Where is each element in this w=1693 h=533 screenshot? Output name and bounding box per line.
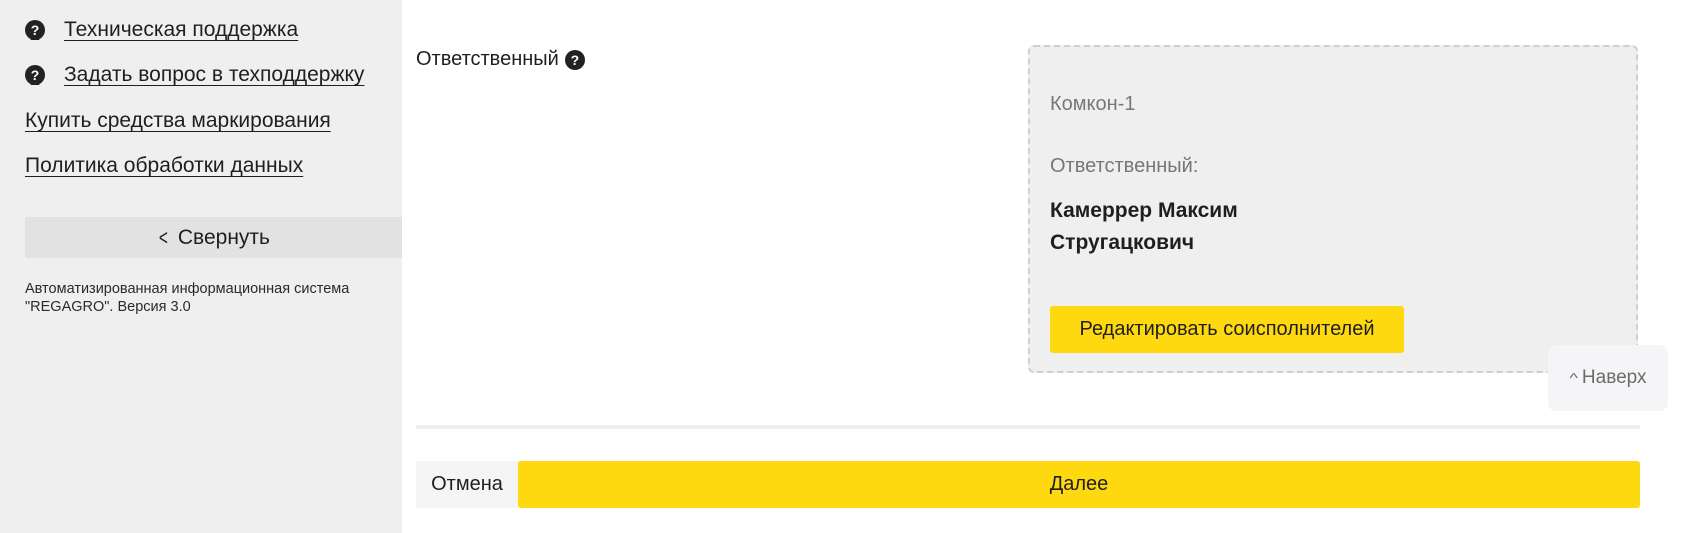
- chevron-up-icon: ^: [1569, 370, 1578, 385]
- sidebar-link-label: Политика обработки данных: [25, 154, 304, 177]
- scroll-to-top-button[interactable]: ^ Наверх: [1548, 345, 1668, 411]
- form-footer: Отмена Далее: [416, 461, 1640, 508]
- field-label-text: Ответственный: [416, 48, 559, 70]
- organization-name: Комкон-1: [1050, 93, 1136, 115]
- responsible-card: Комкон-1 Ответственный: Камеррер Максим …: [1028, 45, 1638, 373]
- next-button[interactable]: Далее: [518, 461, 1640, 508]
- sidebar-link-label: Техническая поддержка: [64, 18, 299, 41]
- edit-coexecutors-button[interactable]: Редактировать соисполнителей: [1050, 306, 1404, 353]
- scroll-to-top-label: Наверх: [1581, 367, 1647, 388]
- sidebar-link-buy-marking[interactable]: Купить средства маркирования: [25, 106, 331, 136]
- chevron-left-icon: <: [158, 224, 168, 250]
- sidebar-link-label: Купить средства маркирования: [25, 109, 331, 132]
- responsible-field-label: Ответственный ?: [416, 48, 585, 71]
- help-circle-icon[interactable]: ?: [564, 49, 585, 70]
- help-circle-icon: ?: [25, 65, 45, 85]
- collapse-sidebar-button[interactable]: < Свернуть: [25, 217, 402, 258]
- role-label: Ответственный:: [1050, 155, 1199, 177]
- sidebar-link-ask-support[interactable]: ? Задать вопрос в техподдержку: [25, 60, 364, 90]
- help-circle-icon: ?: [25, 20, 45, 40]
- responsible-person-name: Камеррер Максим Стругацкович: [1050, 199, 1238, 254]
- sidebar-link-tech-support[interactable]: ? Техническая поддержка: [25, 15, 298, 45]
- sidebar-link-privacy-policy[interactable]: Политика обработки данных: [25, 151, 303, 181]
- system-version-info: Автоматизированная информационная систем…: [25, 281, 350, 315]
- cancel-button[interactable]: Отмена: [416, 461, 518, 508]
- sidebar-link-label: Задать вопрос в техподдержку: [64, 63, 365, 86]
- collapse-label: Свернуть: [177, 225, 270, 249]
- divider: [416, 425, 1640, 429]
- sidebar: ? Техническая поддержка ? Задать вопрос …: [0, 0, 402, 533]
